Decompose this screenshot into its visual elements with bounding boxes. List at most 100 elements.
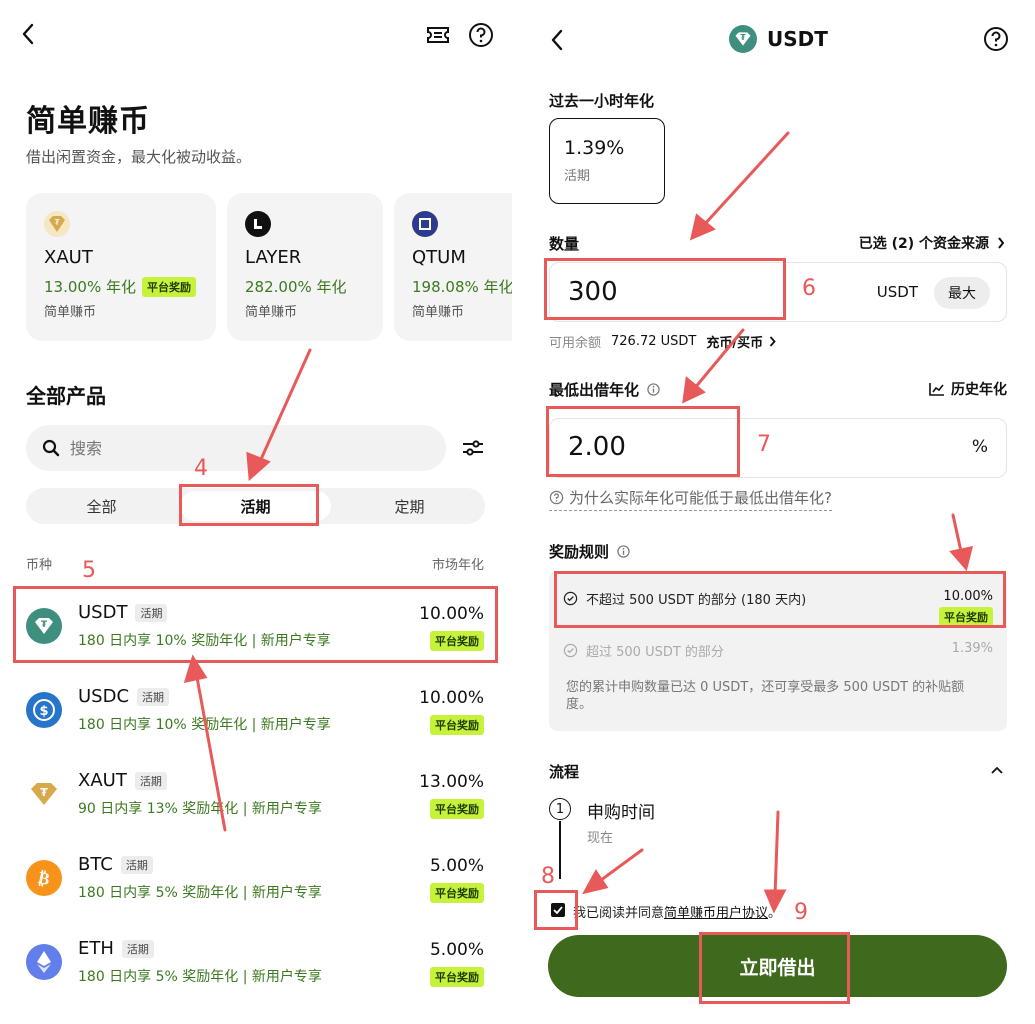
annotation-label-6: 6 (802, 276, 816, 301)
featured-coin-name: XAUT (44, 247, 93, 268)
min-rate-unit: % (971, 437, 988, 457)
line-chart-icon (929, 383, 944, 396)
tab-fixed[interactable]: 定期 (334, 488, 485, 524)
product-rate: 5.00% (429, 940, 484, 960)
info-icon[interactable] (617, 545, 630, 558)
product-row-xaut[interactable]: ₮ XAUT 活期 90 日内享 13% 奖励年化 | 新用户专享 13.00% … (26, 768, 486, 838)
column-header-coin: 币种 (26, 558, 53, 573)
featured-apy: 13.00% 年化 (44, 278, 136, 296)
qtum-coin-icon (412, 211, 438, 237)
layer-coin-icon (245, 211, 271, 237)
info-icon[interactable] (647, 383, 660, 396)
search-bar[interactable] (26, 425, 446, 471)
max-button[interactable]: 最大 (934, 277, 990, 309)
product-tag: 活期 (134, 771, 167, 790)
featured-card-qtum[interactable]: QTUM 198.08% 年化 简单赚币 (394, 193, 512, 341)
xaut-coin-icon: ₮ (44, 211, 70, 237)
product-tag: 活期 (120, 855, 153, 874)
featured-apy: 282.00% 年化 (245, 278, 347, 296)
header-title: ₮ USDT (729, 25, 828, 53)
featured-card-xaut[interactable]: ₮ XAUT 13.00% 年化 平台奖励 简单赚币 (26, 193, 216, 341)
product-rate: 10.00% (419, 688, 484, 708)
platform-reward-badge: 平台奖励 (430, 715, 484, 735)
product-name: XAUT (78, 770, 127, 791)
xaut-coin-icon: ₮ (26, 776, 62, 812)
svg-text:₮: ₮ (740, 33, 746, 42)
platform-reward-badge: 平台奖励 (430, 967, 484, 987)
product-name: BTC (78, 854, 113, 875)
product-name: USDC (78, 686, 130, 707)
history-rate-link[interactable]: 历史年化 (929, 379, 1007, 399)
step-number: 1 (549, 798, 571, 820)
product-desc: 180 日内享 10% 奖励年化 | 新用户专享 (78, 717, 331, 733)
fund-sources-link[interactable]: 已选 (2) 个资金来源 (859, 233, 1005, 253)
amount-label: 数量 (549, 235, 580, 253)
filter-icon[interactable] (460, 436, 486, 460)
tab-all[interactable]: 全部 (26, 488, 177, 524)
reward-rule-2: 超过 500 USDT 的部分 (563, 641, 724, 660)
ticket-icon[interactable] (424, 22, 452, 48)
agreement-prefix: 我已阅读并同意 (573, 906, 665, 921)
user-agreement-link[interactable]: 简单赚币用户协议 (664, 906, 768, 921)
product-row-usdc[interactable]: $ USDC 活期 180 日内享 10% 奖励年化 | 新用户专享 10.00%… (26, 684, 486, 754)
reward-note: 您的累计申购数量已达 0 USDT，还可享受最多 500 USDT 的补贴额度。 (566, 680, 965, 712)
agreement-suffix: 。 (768, 906, 782, 921)
annotation-box-reward (554, 571, 1006, 628)
usdt-coin-icon: ₮ (729, 25, 757, 53)
annotation-label-5: 5 (82, 558, 96, 583)
past-hour-label: 过去一小时年化 (549, 92, 655, 110)
check-circle-icon (563, 643, 578, 658)
page-subtitle: 借出闲置资金，最大化被动收益。 (26, 148, 252, 166)
search-input[interactable] (70, 438, 370, 458)
back-arrow-icon[interactable] (545, 26, 569, 54)
platform-reward-badge: 平台奖励 (430, 883, 484, 903)
why-lower-link[interactable]: 为什么实际年化可能低于最低出借年化? (549, 487, 832, 511)
min-rate-label: 最低出借年化 (549, 381, 640, 399)
reward-rule-2-text: 超过 500 USDT 的部分 (586, 645, 724, 660)
platform-reward-badge: 平台奖励 (430, 799, 484, 819)
page-title: 简单赚币 (26, 104, 150, 139)
step-subtitle: 现在 (587, 831, 614, 846)
annotation-box-6 (544, 258, 786, 320)
product-rate: 5.00% (429, 856, 484, 876)
why-lower-text: 为什么实际年化可能低于最低出借年化? (569, 489, 832, 507)
featured-coin-name: LAYER (245, 247, 302, 268)
balance-row: 可用余额 726.72 USDT 充币/买币 (549, 332, 776, 351)
reward-rules-label: 奖励规则 (549, 543, 610, 561)
eth-coin-icon (26, 944, 62, 980)
question-icon (549, 490, 564, 505)
step-connector (559, 821, 561, 879)
product-desc: 90 日内享 13% 奖励年化 | 新用户专享 (78, 801, 322, 817)
agreement-text: 我已阅读并同意简单赚币用户协议。 (573, 902, 781, 921)
past-hour-card[interactable]: 1.39% 活期 (549, 118, 665, 204)
product-row-btc[interactable]: ₿ BTC 活期 180 日内享 5% 奖励年化 | 新用户专享 5.00% 平台… (26, 852, 486, 922)
all-products-heading: 全部产品 (26, 384, 106, 408)
usdc-coin-icon: $ (26, 692, 62, 728)
chevron-right-icon (998, 237, 1005, 249)
featured-coin-name: QTUM (412, 247, 466, 268)
product-desc: 180 日内享 5% 奖励年化 | 新用户专享 (78, 885, 322, 901)
history-rate-text: 历史年化 (951, 382, 1007, 398)
reward-rule-2-rate: 1.39% (951, 641, 993, 656)
annotation-label-9: 9 (794, 900, 808, 925)
annotation-label-4: 4 (194, 456, 208, 481)
product-tag: 活期 (121, 939, 154, 958)
product-row-eth[interactable]: ETH 活期 180 日内享 5% 奖励年化 | 新用户专享 5.00% 平台奖励 (26, 936, 486, 1006)
product-name: ETH (78, 938, 114, 959)
lend-usdt-screen: ₮ USDT 过去一小时年化 1.39% 活期 数量 已选 (2) 个资金来源 … (523, 0, 1035, 1024)
deposit-buy-link[interactable]: 充币/买币 (706, 332, 776, 351)
help-icon[interactable] (467, 21, 495, 49)
svg-text:₮: ₮ (40, 786, 48, 799)
column-header-rate: 市场年化 (431, 558, 484, 573)
product-rate: 13.00% (419, 772, 484, 792)
back-arrow-icon[interactable] (14, 20, 42, 48)
chevron-up-icon[interactable] (987, 762, 1007, 778)
help-icon[interactable] (982, 25, 1010, 53)
featured-sub: 简单赚币 (245, 305, 298, 320)
featured-card-layer[interactable]: LAYER 282.00% 年化 简单赚币 (227, 193, 383, 341)
page-title: USDT (767, 27, 828, 51)
product-desc: 180 日内享 5% 奖励年化 | 新用户专享 (78, 969, 322, 985)
annotation-box-7 (546, 406, 740, 477)
annotation-box-5 (13, 586, 498, 663)
process-label: 流程 (549, 763, 580, 781)
